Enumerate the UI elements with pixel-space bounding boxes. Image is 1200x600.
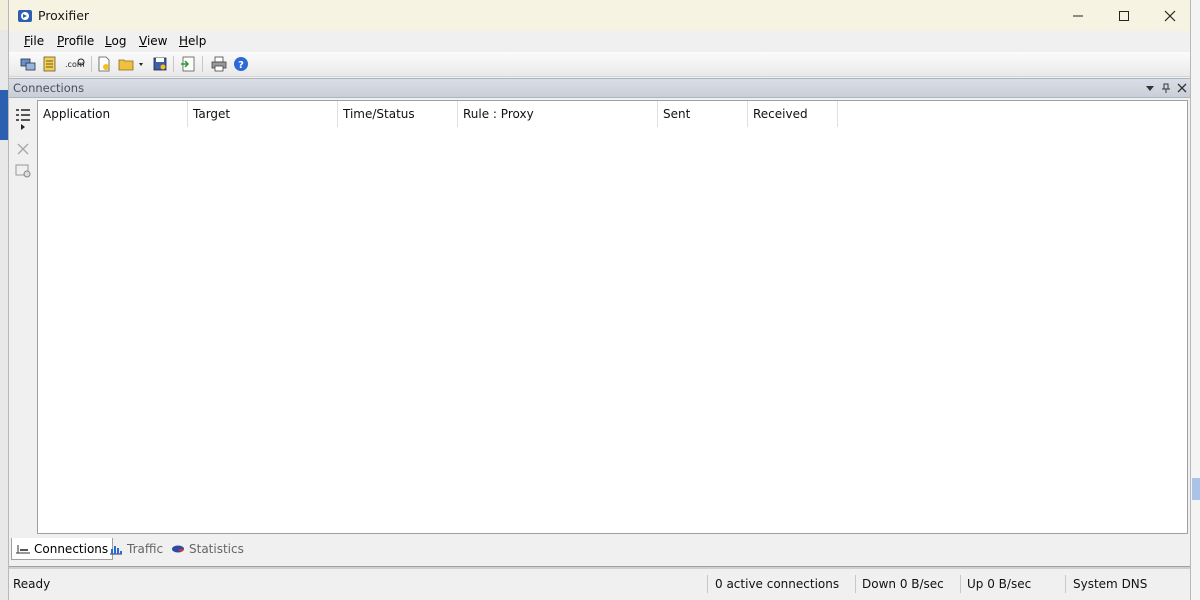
- desktop-background-right: [1190, 0, 1200, 600]
- maximize-icon: [1119, 10, 1129, 21]
- name-resolution-icon: .com: [65, 58, 85, 69]
- close-icon: [17, 143, 29, 155]
- chevron-right-icon: [21, 124, 25, 130]
- import-icon: [181, 56, 195, 72]
- list-header: Application Target Time/Status Rule : Pr…: [38, 101, 1187, 127]
- new-profile-icon: [98, 56, 110, 72]
- desktop-strip-blue: [0, 90, 8, 140]
- status-upload-rate: Up 0 B/sec: [967, 577, 1032, 591]
- connections-icon: [16, 544, 30, 553]
- menu-log[interactable]: Log: [105, 34, 126, 48]
- menu-profile[interactable]: Profile: [57, 34, 94, 48]
- expand-arrow[interactable]: [14, 122, 32, 132]
- name-resolution-button[interactable]: .com: [63, 55, 87, 73]
- open-profile-icon: [118, 59, 143, 71]
- open-profile-button[interactable]: [117, 55, 147, 73]
- status-download-rate: Down 0 B/sec: [862, 577, 944, 591]
- panel-pin-button[interactable]: [1160, 82, 1172, 94]
- close-icon: [1164, 10, 1176, 21]
- svg-text:?: ?: [238, 60, 244, 71]
- connection-options-button[interactable]: [14, 162, 32, 180]
- window-settings-icon: [15, 164, 31, 178]
- status-active-connections: 0 active connections: [715, 577, 840, 591]
- column-header-rule-proxy[interactable]: Rule : Proxy: [458, 101, 658, 127]
- toolbar-separator: [202, 56, 203, 72]
- list-view-icon: [16, 109, 30, 121]
- status-separator: [855, 575, 856, 593]
- desktop-background-left: [0, 0, 8, 600]
- column-header-target[interactable]: Target: [188, 101, 338, 127]
- maximize-button[interactable]: [1101, 0, 1147, 31]
- proxy-servers-icon: [20, 58, 36, 71]
- help-icon: ?: [234, 57, 248, 71]
- proxification-rules-icon: [43, 56, 56, 72]
- pin-icon: [1162, 83, 1170, 93]
- column-header-application[interactable]: Application: [38, 101, 188, 127]
- connections-list[interactable]: Application Target Time/Status Rule : Pr…: [37, 100, 1188, 534]
- window-title: Proxifier: [38, 8, 90, 23]
- tab-traffic[interactable]: Traffic: [109, 538, 163, 559]
- column-header-received[interactable]: Received: [748, 101, 838, 127]
- save-profile-button[interactable]: [151, 55, 169, 73]
- traffic-chart-icon: [110, 545, 122, 554]
- panel-menu-button[interactable]: [1144, 82, 1156, 94]
- proxification-rules-button[interactable]: [41, 55, 59, 73]
- import-button[interactable]: [179, 55, 197, 73]
- desktop-strip-blue-right: [1192, 478, 1200, 500]
- status-dns: System DNS: [1073, 577, 1148, 591]
- tab-connections[interactable]: Connections: [11, 538, 114, 560]
- toolbar: .com ?: [9, 52, 1190, 77]
- panel-close-button[interactable]: [1176, 82, 1188, 94]
- menu-file[interactable]: File: [24, 34, 44, 48]
- close-icon: [1177, 83, 1187, 93]
- toolbar-separator: [173, 56, 174, 72]
- panel-splitter[interactable]: [9, 566, 1190, 569]
- toolbar-separator: [91, 56, 92, 72]
- menu-view[interactable]: View: [139, 34, 167, 48]
- status-separator: [707, 575, 708, 593]
- proxifier-app-icon: [18, 10, 32, 22]
- save-profile-icon: [153, 57, 167, 71]
- close-connection-button[interactable]: [14, 140, 32, 158]
- connections-panel-header: Connections: [9, 78, 1190, 98]
- chevron-down-icon: [1146, 86, 1154, 91]
- column-header-time-status[interactable]: Time/Status: [338, 101, 458, 127]
- status-bar: Ready 0 active connections Down 0 B/sec …: [9, 574, 1190, 594]
- title-bar[interactable]: Proxifier: [9, 0, 1190, 31]
- status-separator: [1065, 575, 1066, 593]
- proxy-servers-button[interactable]: [19, 55, 37, 73]
- column-header-sent[interactable]: Sent: [658, 101, 748, 127]
- menu-help[interactable]: Help: [179, 34, 206, 48]
- menu-bar: File Profile Log View Help: [9, 31, 1190, 52]
- print-icon: [211, 56, 227, 72]
- close-button[interactable]: [1147, 0, 1190, 31]
- status-ready: Ready: [13, 577, 51, 591]
- proxifier-window: Proxifier File Profile Log View Help .co…: [8, 0, 1191, 600]
- print-button[interactable]: [210, 55, 228, 73]
- minimize-button[interactable]: [1055, 0, 1101, 31]
- status-separator: [960, 575, 961, 593]
- side-toolbar: [9, 98, 37, 534]
- minimize-icon: [1073, 15, 1083, 16]
- desktop-strip: [0, 0, 8, 30]
- bottom-tabs: Connections Traffic Statistics: [9, 538, 1190, 560]
- panel-title: Connections: [13, 81, 85, 95]
- new-profile-button[interactable]: [95, 55, 113, 73]
- statistics-pie-icon: [172, 545, 184, 552]
- help-button[interactable]: ?: [232, 55, 250, 73]
- tab-statistics[interactable]: Statistics: [171, 538, 244, 559]
